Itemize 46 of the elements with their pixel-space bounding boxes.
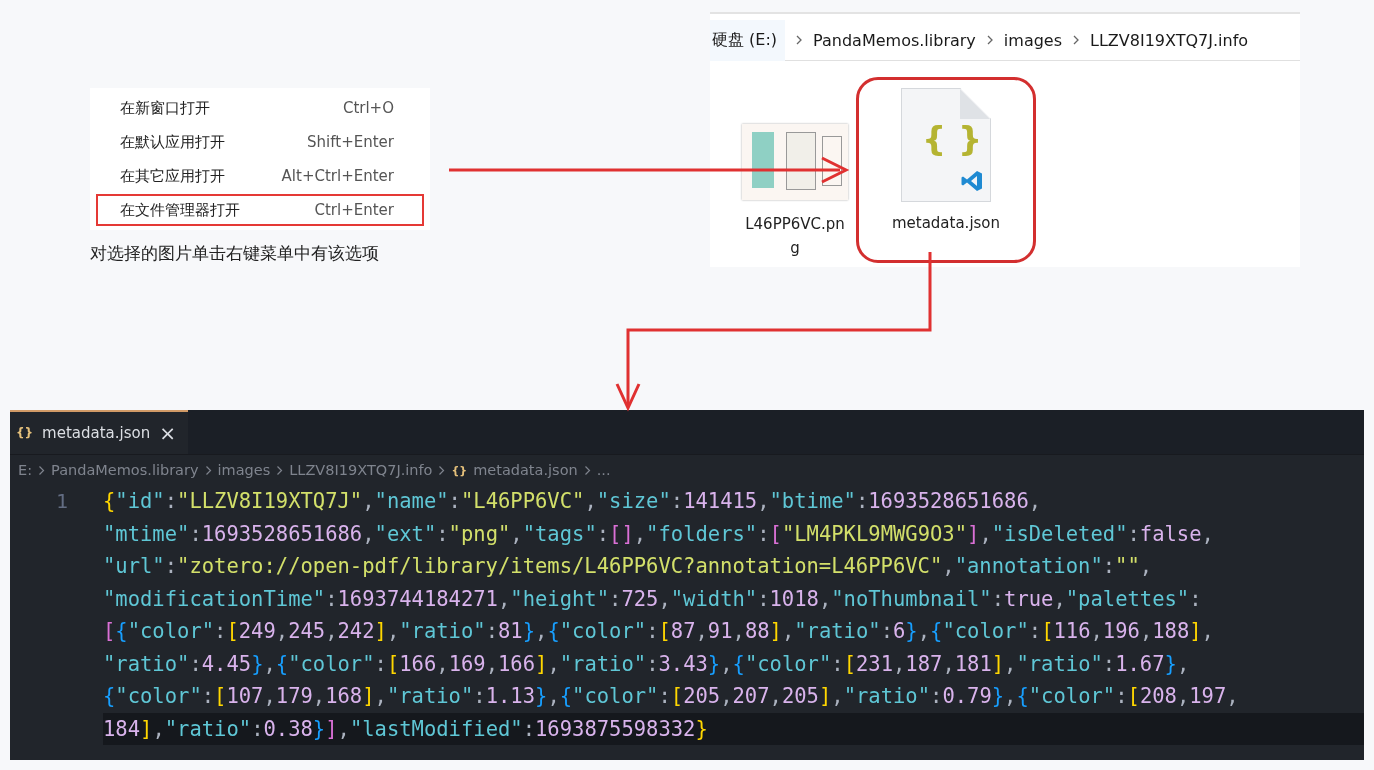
json-icon: {}	[451, 463, 468, 477]
shortcut-label: Shift+Enter	[307, 133, 394, 151]
chevron-icon	[204, 464, 212, 476]
code-line: "ratio":4.45},{"color":[166,169,166],"ratio":3.43},{"color":[231,187,181],"ratio":1.67},	[103, 650, 1191, 678]
file-item[interactable]: { } metadata.json	[856, 77, 1036, 263]
code-line: "modificationTime":1693744184271,"height":725,"width":1018,"noThumbnail":true,"palettes":	[103, 585, 1203, 613]
file-item[interactable]: L46PP6VC.png	[736, 107, 854, 263]
code-line: {"color":[107,179,168],"ratio":1.13},{"color":[205,207,205],"ratio":0.79},{"color":[208,197,	[103, 683, 1240, 710]
code-line: {"id":"LLZV8I19XTQ7J","name":"L46PP6VC","size":141415,"btime":1693528651686,	[103, 488, 1043, 515]
breadcrumb-item[interactable]: images	[217, 462, 271, 478]
breadcrumb-item[interactable]: images	[1003, 30, 1062, 50]
chevron-icon	[1072, 34, 1080, 46]
code-line: "url":"zotero://open-pdf/library/items/L46PP6VC?annotation=L46PP6VC","annotation":"",	[103, 553, 1154, 580]
breadcrumb-item[interactable]: E:	[18, 462, 33, 478]
breadcrumb-item[interactable]: PandaMemos.library	[813, 30, 976, 50]
chevron-icon	[276, 464, 284, 476]
editor-tab[interactable]: {} metadata.json ×	[10, 410, 188, 454]
json-file-icon: { }	[901, 88, 991, 202]
menu-item[interactable]: 在文件管理器打开 Ctrl+Enter	[96, 194, 424, 226]
shortcut-label: Ctrl+O	[342, 99, 394, 117]
chevron-icon	[795, 34, 804, 46]
chevron-icon	[38, 464, 46, 476]
breadcrumb-item[interactable]: ...	[596, 462, 611, 478]
menu-item[interactable]: 在新窗口打开 Ctrl+O	[96, 92, 424, 124]
breadcrumb-item[interactable]: LLZV8I19XTQ7J.info	[289, 462, 433, 478]
breadcrumb-item[interactable]: LLZV8I19XTQ7J.info	[1090, 30, 1249, 50]
breadcrumb-item[interactable]: metadata.json	[473, 462, 578, 478]
file-name: L46PP6VC.png	[744, 214, 846, 259]
breadcrumb-item[interactable]: PandaMemos.library	[51, 462, 199, 478]
chevron-icon	[438, 464, 446, 476]
menu-item-label: 在其它应用打开	[120, 166, 225, 186]
menu-item[interactable]: 在其它应用打开 Alt+Ctrl+Enter	[96, 160, 424, 192]
menu-item-label: 在默认应用打开	[120, 132, 225, 152]
breadcrumb-item[interactable]: 硬盘 (E:)	[710, 19, 786, 61]
code-line: "mtime":1693528651686,"ext":"png","tags":[],"folders":["LM4PKL9MWG9O3"],"isDeleted":false,	[103, 520, 1215, 548]
code-line: [{"color":[249,245,242],"ratio":81},{"color":[87,91,88],"ratio":6},{"color":[116,196,188],	[103, 618, 1215, 645]
menu-item-label: 在文件管理器打开	[120, 200, 240, 220]
shortcut-label: Alt+Ctrl+Enter	[281, 167, 394, 185]
line-number: 1	[55, 488, 68, 515]
shortcut-label: Ctrl+Enter	[314, 201, 394, 219]
caption-text: 对选择的图片单击右键菜单中有该选项	[90, 242, 380, 265]
menu-item[interactable]: 在默认应用打开 Shift+Enter	[96, 126, 424, 158]
chevron-icon	[985, 34, 994, 46]
file-name: metadata.json	[891, 214, 1001, 232]
chevron-icon	[583, 464, 591, 476]
menu-item-label: 在新窗口打开	[120, 98, 210, 118]
